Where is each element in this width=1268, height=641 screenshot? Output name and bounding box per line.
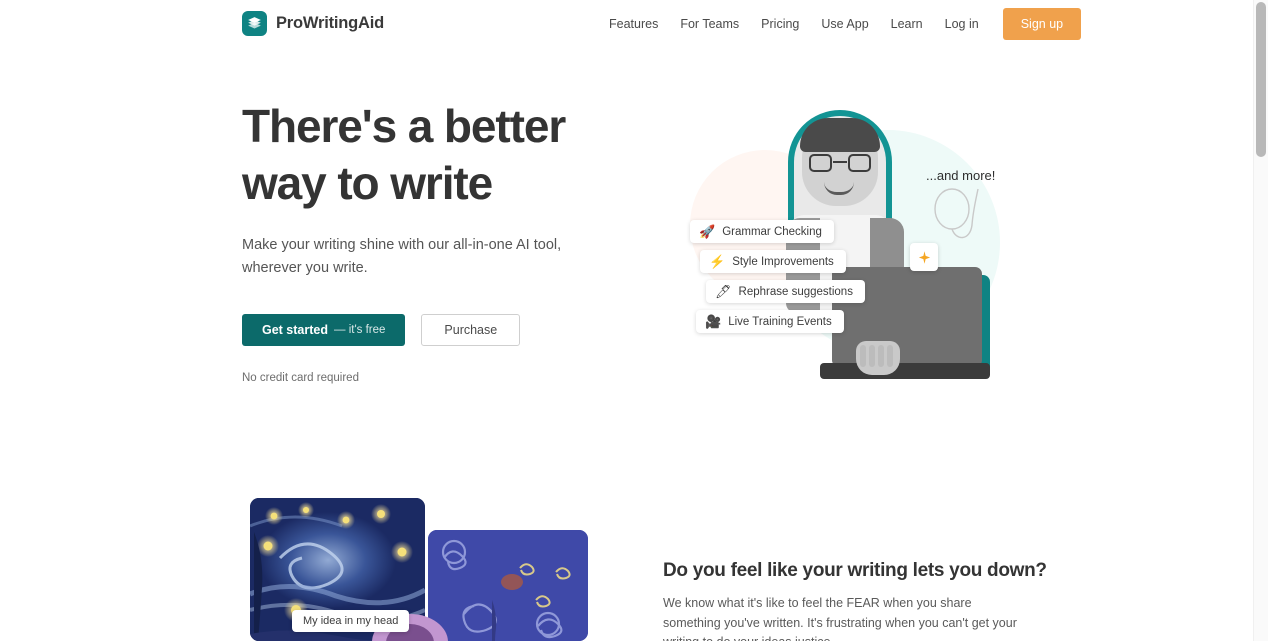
feature-pill-label: Style Improvements <box>732 255 834 268</box>
nav-item-learn[interactable]: Learn <box>880 11 934 37</box>
lightning-icon: ⚡ <box>709 254 726 269</box>
brand-logo-link[interactable]: ProWritingAid <box>242 11 384 36</box>
sparkle-icon <box>910 243 938 271</box>
scrollbar-thumb[interactable] <box>1256 2 1266 157</box>
nav-item-use-app[interactable]: Use App <box>810 11 879 37</box>
get-started-button[interactable]: Get started — it's free <box>242 314 406 346</box>
hero-section: There's a better way to write Make your … <box>242 98 642 384</box>
hero-title: There's a better way to write <box>242 98 642 212</box>
nav-item-features[interactable]: Features <box>598 11 669 37</box>
feature-pill-style-improvements[interactable]: ⚡ Style Improvements <box>700 250 846 273</box>
sketch-version-card <box>428 530 588 641</box>
my-idea-label: My idea in my head <box>292 610 410 632</box>
feature-pill-label: Rephrase suggestions <box>738 285 853 298</box>
hero-subtitle: Make your writing shine with our all-in-… <box>242 237 562 276</box>
feature-pill-live-training-events[interactable]: 🎥 Live Training Events <box>696 310 844 333</box>
feature-pill-label: Grammar Checking <box>722 225 822 238</box>
lower-section: Do you feel like your writing lets you d… <box>663 560 1047 641</box>
hero-illustration: 🚀 Grammar Checking ⚡ Style Improvements … <box>660 95 1020 395</box>
lower-section-title: Do you feel like your writing lets you d… <box>663 560 1047 581</box>
feature-pill-grammar-checking[interactable]: 🚀 Grammar Checking <box>690 220 834 243</box>
lower-section-body: We know what it's like to feel the FEAR … <box>663 596 1017 641</box>
rocket-icon: 🚀 <box>699 224 716 239</box>
prowritingaid-logo-icon <box>242 11 267 36</box>
hero-title-line-1: There's a better <box>242 100 566 152</box>
and-more-label: ...and more! <box>926 168 996 183</box>
get-started-label: Get started <box>262 323 328 337</box>
glasses-icon <box>808 154 872 172</box>
sign-up-button[interactable]: Sign up <box>1002 8 1082 40</box>
laptop-base <box>820 363 990 379</box>
feature-pill-list: 🚀 Grammar Checking ⚡ Style Improvements … <box>690 220 865 333</box>
movie-camera-icon: 🎥 <box>705 314 722 329</box>
nav-item-for-teams[interactable]: For Teams <box>669 11 750 37</box>
person-hair <box>800 118 880 152</box>
balloon-doodle <box>934 188 979 239</box>
nav-item-log-in[interactable]: Log in <box>934 11 990 37</box>
person-hand <box>856 341 900 375</box>
nav-item-pricing[interactable]: Pricing <box>750 11 810 37</box>
main-navigation: Features For Teams Pricing Use App Learn… <box>598 0 1082 48</box>
page-root: ProWritingAid Features For Teams Pricing… <box>0 0 1268 641</box>
get-started-suffix: — it's free <box>334 324 386 336</box>
hero-title-line-2: way to write <box>242 157 493 209</box>
purchase-button[interactable]: Purchase <box>421 314 521 346</box>
hero-cta-group: Get started — it's free Purchase <box>242 314 642 346</box>
site-header: ProWritingAid Features For Teams Pricing… <box>0 0 1253 48</box>
feature-pill-label: Live Training Events <box>728 315 832 328</box>
brand-name: ProWritingAid <box>276 14 385 32</box>
feature-pill-rephrase-suggestions[interactable]: 🖊 Rephrase suggestions <box>706 280 865 303</box>
page-scrollbar[interactable] <box>1253 0 1268 641</box>
pen-icon: 🖊 <box>715 284 732 299</box>
no-credit-card-note: No credit card required <box>242 372 359 384</box>
